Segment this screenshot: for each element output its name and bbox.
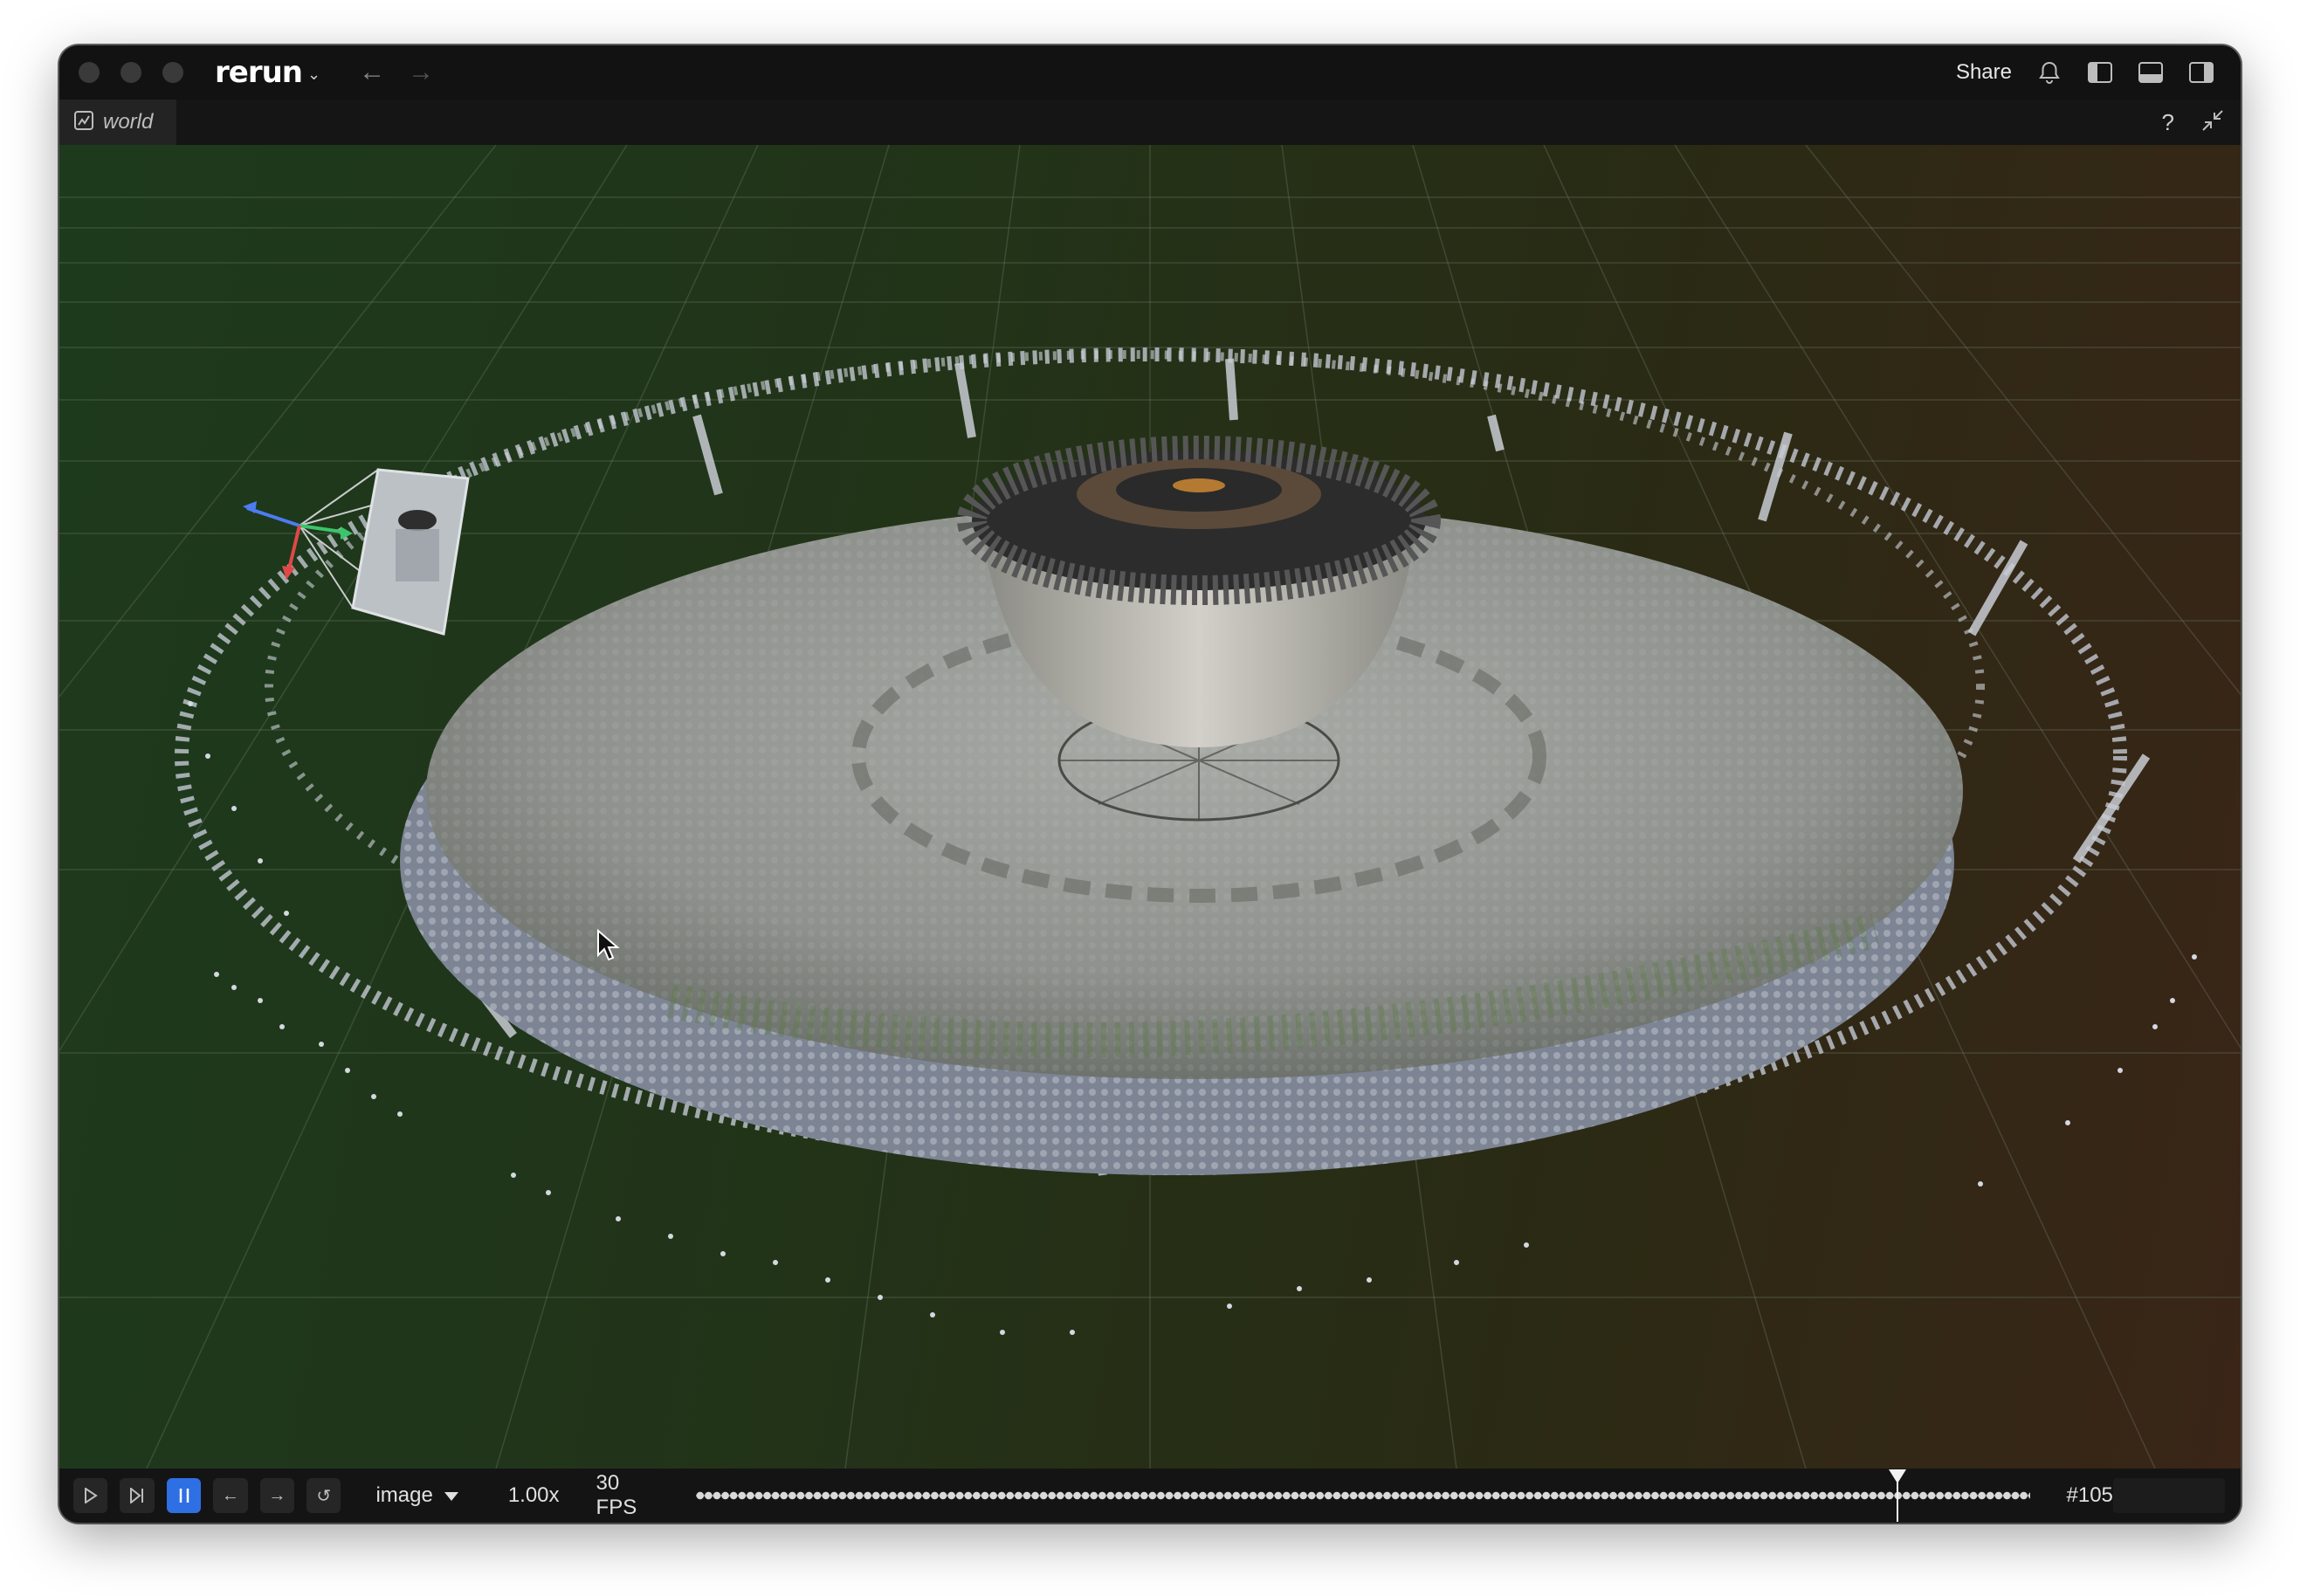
back-arrow-icon[interactable]: ← (359, 58, 385, 87)
view-tab-bar: world ? (59, 100, 2241, 146)
help-button[interactable]: ? (2162, 109, 2174, 136)
timeline-name: image (375, 1483, 433, 1507)
timeline-scrubber[interactable] (696, 1469, 2030, 1522)
timeline-events (696, 1490, 2030, 1501)
playback-speed[interactable]: 1.00x (508, 1483, 560, 1508)
camera-frustum (243, 468, 470, 636)
rerun-logo: rerun (215, 55, 303, 90)
window-controls (79, 62, 183, 83)
pause-button[interactable] (166, 1478, 202, 1513)
close-window-button[interactable] (79, 62, 100, 83)
loop-icon[interactable]: ↺ (306, 1478, 341, 1513)
3d-view-icon (73, 110, 94, 135)
toggle-bottom-panel-icon[interactable] (2138, 59, 2164, 86)
play-button[interactable] (73, 1478, 108, 1513)
caret-down-icon (444, 1483, 459, 1508)
step-back-icon[interactable]: ← (213, 1478, 248, 1513)
history-navigation: ← → (359, 58, 434, 87)
point-cloud-scene (59, 145, 2241, 1469)
3d-viewport[interactable] (59, 145, 2241, 1469)
timeline-selector[interactable]: image (375, 1483, 458, 1508)
toggle-right-panel-icon[interactable] (2188, 59, 2214, 86)
current-frame: #105 (2066, 1483, 2113, 1507)
tab-label: world (103, 110, 154, 134)
app-menu-button[interactable]: rerun ⌄ (215, 55, 320, 90)
title-bar: rerun ⌄ ← → Share (59, 45, 2241, 100)
step-forward-button[interactable] (120, 1478, 155, 1513)
minimize-window-button[interactable] (121, 62, 141, 83)
chevron-down-icon: ⌄ (307, 65, 321, 83)
time-panel: ← → ↺ image 1.00x 30 FPS #105 (59, 1469, 2241, 1523)
time-input-area[interactable] (2112, 1478, 2225, 1513)
view-actions: ? (2162, 100, 2225, 145)
playhead[interactable] (1888, 1469, 1906, 1522)
minimize-view-icon[interactable] (2200, 108, 2225, 137)
step-forward-icon[interactable]: → (259, 1478, 295, 1513)
bell-icon[interactable] (2036, 59, 2062, 86)
toggle-left-panel-icon[interactable] (2087, 59, 2113, 86)
tab-world[interactable]: world (59, 100, 176, 145)
zoom-window-button[interactable] (162, 62, 183, 83)
title-bar-actions: Share (1956, 59, 2214, 86)
share-button[interactable]: Share (1956, 60, 2012, 85)
playback-fps[interactable]: 30 FPS (596, 1471, 665, 1520)
forward-arrow-icon[interactable]: → (408, 58, 434, 87)
app-window: rerun ⌄ ← → Share world ? ← → ↺ image 1.… (59, 45, 2241, 1523)
